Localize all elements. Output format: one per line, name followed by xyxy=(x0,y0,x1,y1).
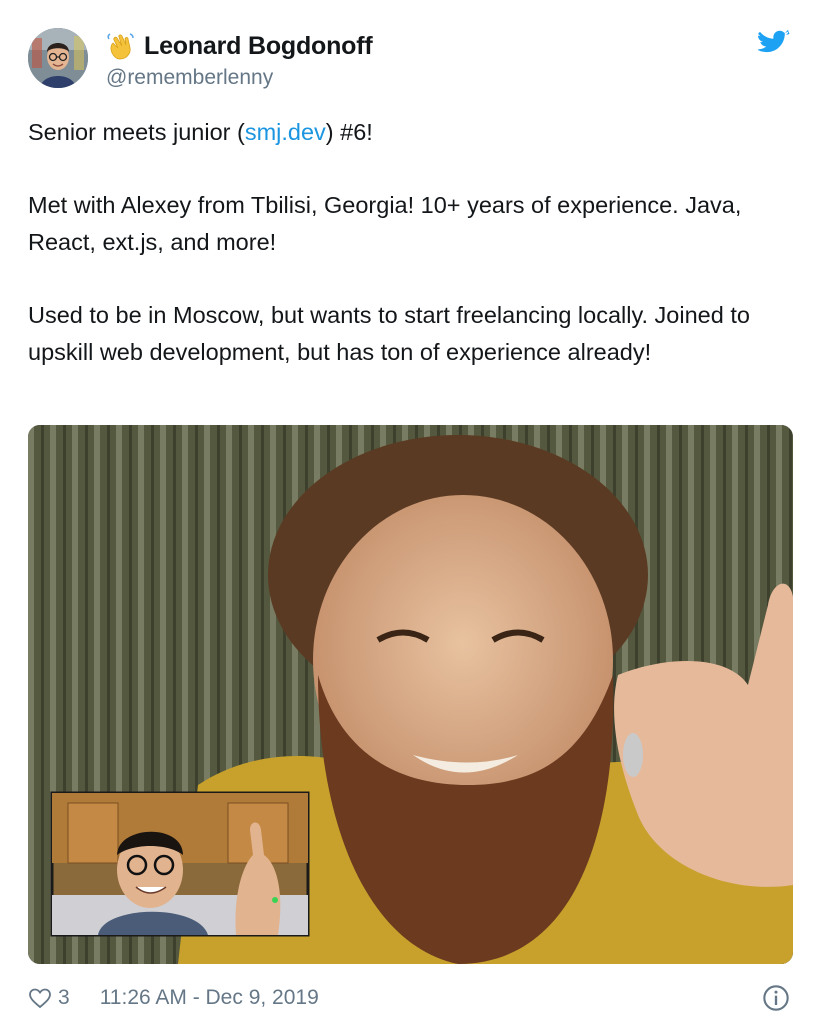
like-count[interactable]: 3 xyxy=(58,986,70,1010)
tweet-timestamp[interactable]: 11:26 AM - Dec 9, 2019 xyxy=(100,986,319,1010)
author-handle[interactable]: @rememberlenny xyxy=(106,66,373,90)
tweet-line-1-suffix: ) #6! xyxy=(325,119,373,145)
twitter-bird-icon[interactable] xyxy=(758,30,790,58)
video-call-photo-icon xyxy=(28,425,793,964)
heart-icon[interactable] xyxy=(28,986,52,1010)
tweet-media-photo[interactable] xyxy=(28,425,793,964)
tweet-text: Senior meets junior (smj.dev) #6! Met wi… xyxy=(28,114,788,371)
display-name[interactable]: Leonard Bogdonoff xyxy=(144,32,373,61)
avatar-photo-icon xyxy=(28,28,88,88)
smj-dev-link[interactable]: smj.dev xyxy=(245,119,326,145)
tweet-line-1: Senior meets junior (smj.dev) #6! xyxy=(28,114,788,151)
tweet-header: Leonard Bogdonoff @rememberlenny xyxy=(28,28,792,90)
avatar[interactable] xyxy=(28,28,88,88)
tweet-paragraph-2: Met with Alexey from Tbilisi, Georgia! 1… xyxy=(28,192,742,255)
tweet-footer: 3 11:26 AM - Dec 9, 2019 xyxy=(28,983,792,1013)
waving-hand-emoji-icon xyxy=(107,33,134,60)
tweet-line-1-prefix: Senior meets junior ( xyxy=(28,119,245,145)
info-icon[interactable] xyxy=(762,984,790,1012)
tweet-paragraph-3: Used to be in Moscow, but wants to start… xyxy=(28,302,750,365)
inset-video xyxy=(50,791,310,937)
author-names: Leonard Bogdonoff @rememberlenny xyxy=(106,30,373,90)
